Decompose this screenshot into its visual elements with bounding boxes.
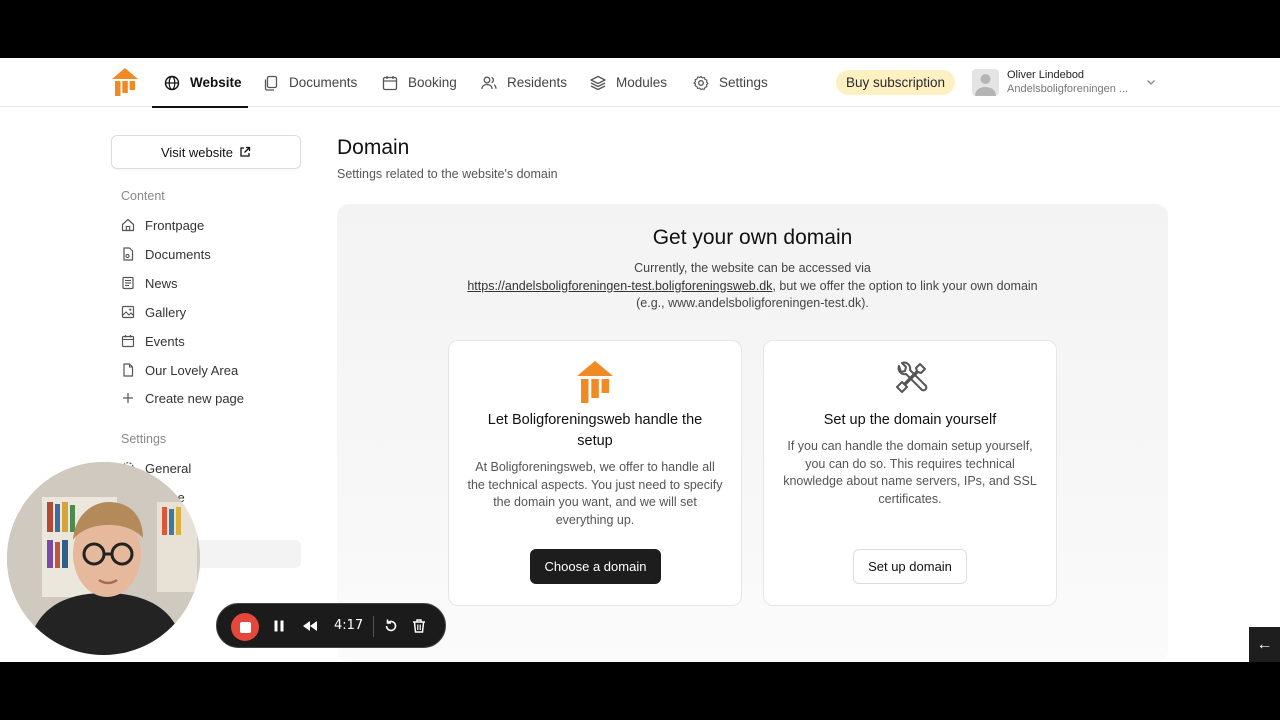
recording-controls: 4:17 — [216, 603, 446, 648]
sidebar-item-label: Events — [145, 333, 185, 349]
boligforeningsweb-house-icon — [577, 361, 613, 403]
sidebar-item-label: News — [145, 275, 178, 291]
external-link-icon — [240, 146, 251, 157]
gallery-icon — [121, 305, 135, 319]
document-icon — [123, 247, 134, 261]
users-icon — [481, 76, 497, 89]
recording-time: 4:17 — [334, 618, 364, 633]
stop-recording-button[interactable] — [231, 613, 259, 641]
page-icon — [123, 363, 134, 377]
pause-icon[interactable] — [271, 618, 287, 634]
calendar-icon — [121, 335, 135, 348]
nav-residents[interactable]: Residents — [481, 58, 567, 107]
set-up-domain-button[interactable]: Set up domain — [853, 549, 967, 584]
self-setup-card: Set up the domain yourself If you can ha… — [763, 340, 1057, 606]
user-organization: Andelsboligforeningen ... — [1007, 83, 1129, 95]
documents-icon — [264, 75, 278, 91]
user-name: Oliver Lindebod — [1007, 69, 1085, 81]
nav-booking-label: Booking — [408, 75, 457, 90]
sidebar-item-events[interactable]: Events — [121, 331, 185, 351]
nav-booking[interactable]: Booking — [382, 58, 457, 107]
user-silhouette-icon — [975, 74, 996, 96]
divider — [373, 616, 374, 637]
nav-settings-label: Settings — [719, 75, 768, 90]
sidebar-item-label: Gallery — [145, 304, 187, 320]
domain-panel: Get your own domain Currently, the websi… — [337, 204, 1168, 662]
nav-website-label: Website — [190, 75, 242, 90]
calendar-icon — [382, 75, 398, 90]
nav-documents[interactable]: Documents — [263, 58, 357, 107]
description-text: Currently, the website can be accessed v… — [634, 261, 871, 275]
tools-icon — [896, 361, 928, 393]
managed-setup-card: Let Boligforeningsweb handle the setup A… — [448, 340, 742, 606]
webcam-bubble[interactable] — [7, 462, 200, 655]
sidebar-item-frontpage[interactable]: Frontpage — [121, 215, 204, 235]
page-title: Domain — [337, 136, 410, 159]
arrow-left-icon[interactable]: ← — [1249, 627, 1280, 662]
visit-website-button[interactable]: Visit website — [111, 135, 301, 169]
nav-documents-label: Documents — [289, 75, 358, 90]
page-subtitle: Settings related to the website's domain — [337, 167, 558, 181]
sidebar-item-label: Create new page — [145, 390, 245, 406]
plus-icon — [123, 393, 133, 403]
sidebar-item-gallery[interactable]: Gallery — [121, 302, 186, 322]
nav-modules-label: Modules — [616, 75, 668, 90]
choose-domain-button[interactable]: Choose a domain — [530, 549, 661, 584]
buy-subscription-button[interactable]: Buy subscription — [836, 70, 956, 95]
trash-icon[interactable] — [411, 618, 427, 634]
sidebar-item-label: Frontpage — [145, 217, 205, 233]
boligforeningsweb-logo[interactable] — [112, 68, 138, 96]
managed-setup-text: At Boligforeningsweb, we offer to handle… — [467, 460, 723, 527]
sidebar-item-documents[interactable]: Documents — [121, 244, 211, 264]
presenter-video — [7, 462, 200, 655]
sidebar-item-create-new-page[interactable]: Create new page — [121, 388, 244, 408]
nav-modules[interactable]: Modules — [590, 58, 667, 107]
sidebar-content-heading: Content — [121, 189, 165, 203]
nav-website[interactable]: Website — [152, 58, 248, 108]
panel-description: Currently, the website can be accessed v… — [452, 260, 1053, 313]
news-icon — [122, 276, 134, 290]
stop-icon — [239, 621, 251, 633]
restart-icon[interactable] — [383, 618, 399, 634]
sidebar-item-label: Documents — [145, 246, 211, 262]
sidebar-item-label: Our Lovely Area — [145, 362, 239, 378]
gear-icon — [693, 75, 709, 90]
current-domain-link[interactable]: https://andelsboligforeningen-test.bolig… — [467, 279, 772, 293]
nav-settings[interactable]: Settings — [693, 58, 768, 107]
sidebar-item-our-lovely-area[interactable]: Our Lovely Area — [121, 360, 238, 380]
sidebar-item-label: General — [145, 460, 192, 476]
managed-setup-title: Let Boligforeningsweb handle the setup — [487, 412, 703, 449]
layers-icon — [590, 75, 606, 90]
self-setup-title: Set up the domain yourself — [823, 412, 997, 428]
panel-title: Get your own domain — [652, 226, 853, 249]
home-icon — [121, 218, 135, 232]
sidebar-item-news[interactable]: News — [121, 273, 178, 293]
top-navigation: Website Documents Booking Residents Modu… — [0, 58, 1280, 108]
globe-icon — [164, 75, 180, 90]
nav-residents-label: Residents — [507, 75, 568, 90]
avatar[interactable] — [972, 69, 999, 96]
chevron-down-icon[interactable] — [1145, 76, 1157, 88]
rewind-icon[interactable] — [302, 618, 318, 634]
visit-website-label: Visit website — [160, 144, 233, 160]
self-setup-text: If you can handle the domain setup yours… — [783, 439, 1037, 506]
sidebar-settings-heading: Settings — [121, 432, 167, 446]
